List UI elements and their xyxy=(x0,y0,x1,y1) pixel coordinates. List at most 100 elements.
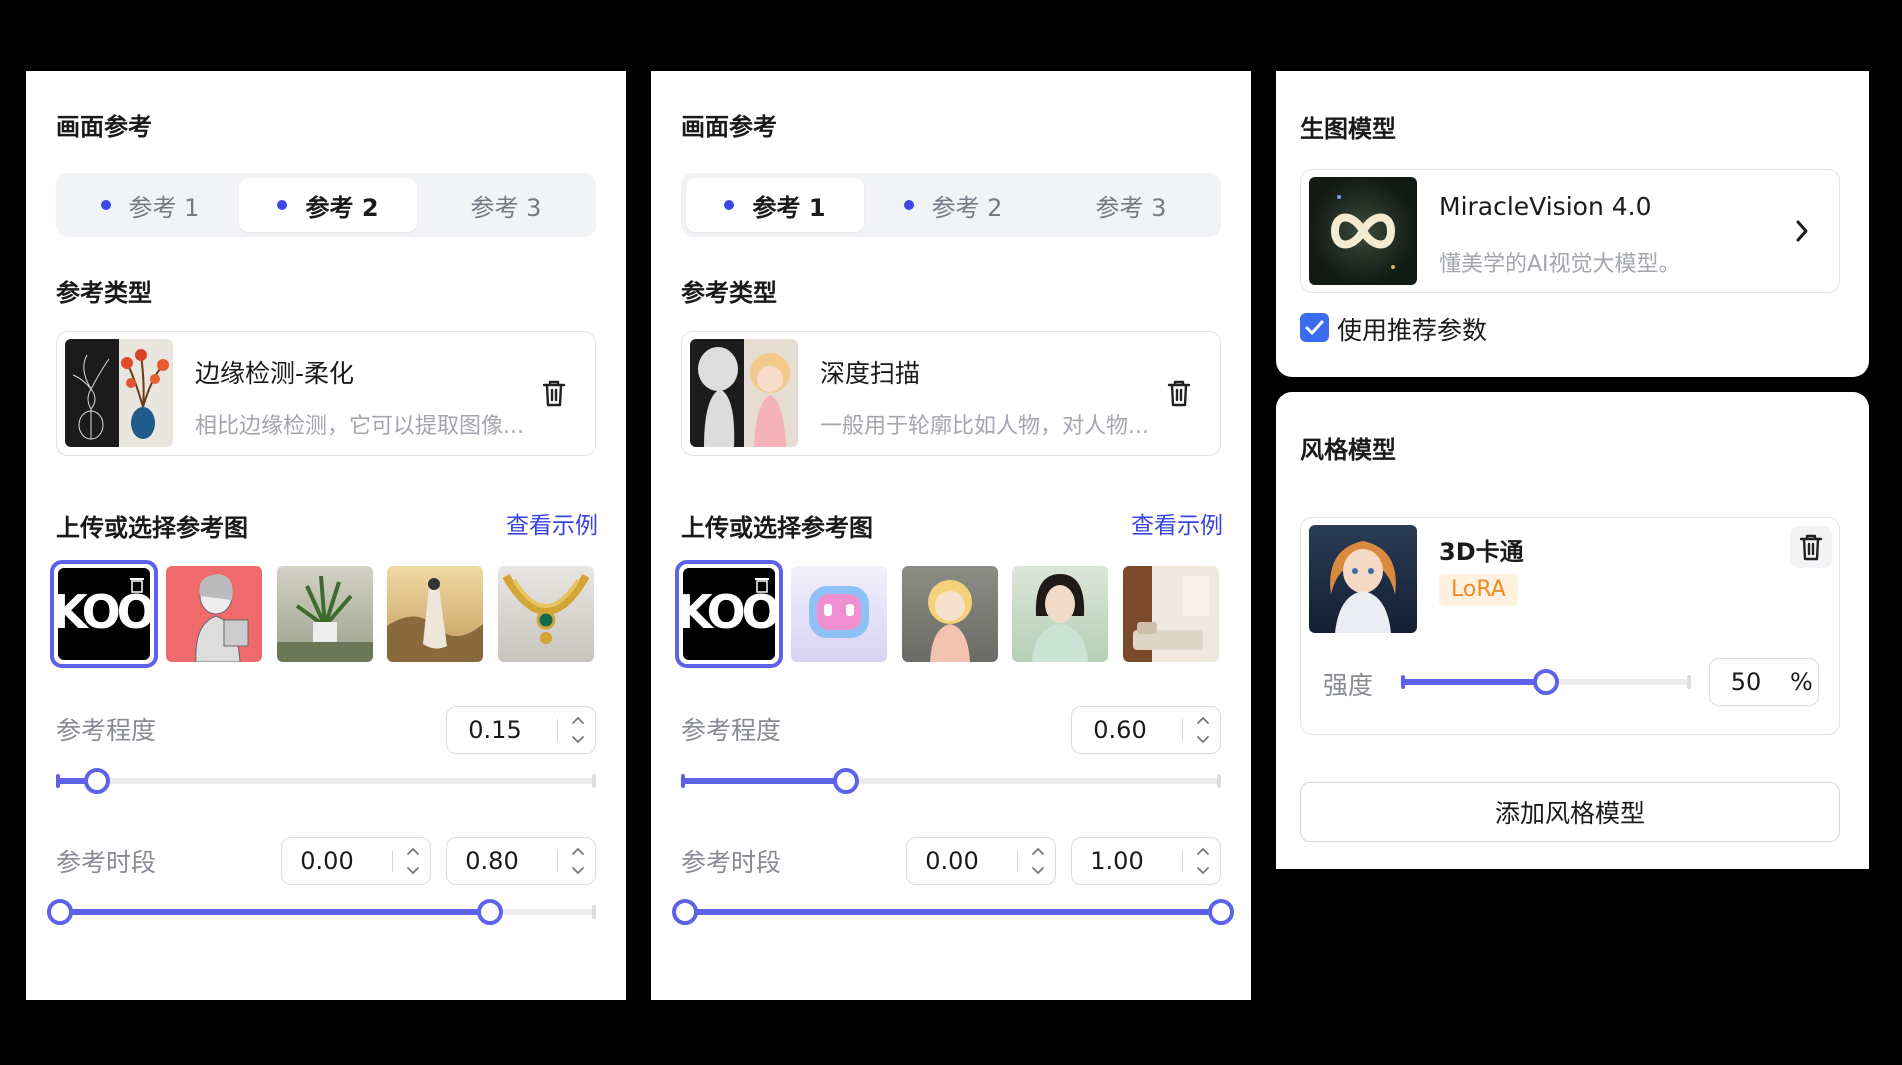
period-slider-fill xyxy=(60,909,492,915)
period-slider-start-knob[interactable] xyxy=(672,899,698,925)
reference-image-3[interactable] xyxy=(277,566,373,662)
tab-reference-2[interactable]: 参考 2 xyxy=(864,178,1042,232)
tab-reference-1[interactable]: 参考 1 xyxy=(61,178,239,232)
period-end-value: 0.80 xyxy=(465,847,519,875)
dot-icon xyxy=(277,200,288,210)
degree-label: 参考程度 xyxy=(681,716,782,745)
slider-endcap xyxy=(592,774,596,788)
strength-value: 50 xyxy=(1730,668,1762,696)
degree-stepper[interactable]: 0.15 xyxy=(446,706,596,754)
period-slider-end-knob[interactable] xyxy=(1208,899,1234,925)
stepper-arrows-icon[interactable] xyxy=(1194,713,1212,747)
tab-reference-3[interactable]: 参考 3 xyxy=(417,178,595,232)
type-name: 边缘检测-柔化 xyxy=(195,359,355,388)
reference-panel-2: 画面参考 参考 1 参考 2 参考 3 参考类型 深度扫描 一般用于轮廓比如人物… xyxy=(651,71,1251,1000)
period-label: 参考时段 xyxy=(56,848,157,877)
dot-icon xyxy=(724,200,735,210)
section-title-type: 参考类型 xyxy=(681,279,777,307)
view-examples-link[interactable]: 查看示例 xyxy=(506,506,598,540)
dot-icon xyxy=(100,200,111,210)
strength-slider-knob[interactable] xyxy=(1533,669,1559,695)
degree-slider-knob[interactable] xyxy=(833,768,859,794)
type-description: 相比边缘检测，它可以提取图像... xyxy=(195,414,524,439)
type-thumbnail xyxy=(690,339,798,447)
slider-endcap xyxy=(681,774,685,788)
strength-input[interactable]: 50 % xyxy=(1709,658,1819,706)
period-end-stepper[interactable]: 0.80 xyxy=(446,837,596,885)
style-model-panel: 风格模型 3D卡通 LoRA 强度 50 % 添加风格模型 xyxy=(1276,392,1869,869)
period-slider-end-knob[interactable] xyxy=(477,899,503,925)
tab-reference-1[interactable]: 参考 1 xyxy=(686,178,864,232)
stepper-arrows-icon[interactable] xyxy=(404,844,422,878)
slider-endcap xyxy=(1401,675,1405,689)
use-recommended-checkbox[interactable] xyxy=(1300,313,1329,342)
svg-text:KOO: KOO xyxy=(58,585,150,639)
gen-model-card[interactable]: MiracleVision 4.0 懂美学的AI视觉大模型。 xyxy=(1300,169,1840,293)
reference-image-4[interactable] xyxy=(387,566,483,662)
tab-label: 参考 1 xyxy=(752,193,826,222)
stepper-arrows-icon[interactable] xyxy=(569,713,587,747)
type-description: 一般用于轮廓比如人物，对人物... xyxy=(820,414,1149,439)
reference-image-selected[interactable]: KOO xyxy=(675,560,783,668)
section-title-style-model: 风格模型 xyxy=(1300,436,1396,464)
style-thumbnail xyxy=(1309,525,1417,633)
check-icon xyxy=(1305,320,1324,335)
stepper-arrows-icon[interactable] xyxy=(569,844,587,878)
add-style-model-button[interactable]: 添加风格模型 xyxy=(1300,782,1840,842)
style-model-card[interactable]: 3D卡通 LoRA 强度 50 % xyxy=(1300,517,1840,735)
period-slider-fill xyxy=(685,909,1221,915)
period-start-stepper[interactable]: 0.00 xyxy=(906,837,1056,885)
model-name: MiracleVision 4.0 xyxy=(1439,192,1652,221)
stepper-arrows-icon[interactable] xyxy=(1029,844,1047,878)
degree-stepper[interactable]: 0.60 xyxy=(1071,706,1221,754)
tab-reference-3[interactable]: 参考 3 xyxy=(1042,178,1220,232)
period-slider-start-knob[interactable] xyxy=(47,899,73,925)
chevron-right-icon[interactable] xyxy=(1793,218,1811,244)
period-start-stepper[interactable]: 0.00 xyxy=(281,837,431,885)
delete-style-button[interactable] xyxy=(1790,526,1832,568)
period-label: 参考时段 xyxy=(681,848,782,877)
dot-icon xyxy=(903,200,914,210)
trash-icon[interactable] xyxy=(540,378,568,408)
type-thumbnail xyxy=(65,339,173,447)
reference-image-5[interactable] xyxy=(1123,566,1219,662)
tab-label: 参考 3 xyxy=(470,193,542,222)
reference-image-5[interactable] xyxy=(498,566,594,662)
use-recommended-label[interactable]: 使用推荐参数 xyxy=(1337,311,1487,347)
tab-reference-2[interactable]: 参考 2 xyxy=(239,178,417,232)
period-start-value: 0.00 xyxy=(300,847,354,875)
reference-type-card[interactable]: 深度扫描 一般用于轮廓比如人物，对人物... xyxy=(681,331,1221,456)
reference-image-2[interactable] xyxy=(791,566,887,662)
model-thumbnail xyxy=(1309,177,1417,285)
lora-badge: LoRA xyxy=(1439,574,1518,606)
percent-unit: % xyxy=(1790,668,1813,696)
period-end-value: 1.00 xyxy=(1090,847,1144,875)
reference-image-4[interactable] xyxy=(1012,566,1108,662)
view-examples-link[interactable]: 查看示例 xyxy=(1131,506,1223,540)
degree-slider-track[interactable] xyxy=(56,778,596,784)
slider-endcap xyxy=(592,905,596,919)
type-name: 深度扫描 xyxy=(820,359,921,388)
reference-panel-1: 画面参考 参考 1 参考 2 参考 3 参考类型 边缘检测-柔化 相比边缘检测，… xyxy=(26,71,626,1000)
section-title-type: 参考类型 xyxy=(56,279,152,307)
period-end-stepper[interactable]: 1.00 xyxy=(1071,837,1221,885)
slider-endcap xyxy=(1687,675,1691,689)
degree-label: 参考程度 xyxy=(56,716,157,745)
slider-endcap xyxy=(1217,774,1221,788)
period-start-value: 0.00 xyxy=(925,847,979,875)
stepper-arrows-icon[interactable] xyxy=(1194,844,1212,878)
tab-label: 参考 1 xyxy=(128,193,200,222)
trash-icon[interactable] xyxy=(1165,378,1193,408)
svg-text:KOO: KOO xyxy=(683,585,775,639)
strength-slider-fill xyxy=(1401,679,1546,685)
reference-type-card[interactable]: 边缘检测-柔化 相比边缘检测，它可以提取图像... xyxy=(56,331,596,456)
degree-slider-knob[interactable] xyxy=(84,768,110,794)
section-title-reference: 画面参考 xyxy=(56,113,152,141)
tab-label: 参考 2 xyxy=(305,193,379,222)
reference-image-2[interactable] xyxy=(166,566,262,662)
section-title-upload: 上传或选择参考图 xyxy=(56,514,248,542)
model-description: 懂美学的AI视觉大模型。 xyxy=(1439,252,1681,277)
reference-image-3[interactable] xyxy=(902,566,998,662)
reference-image-selected[interactable]: KOO xyxy=(50,560,158,668)
reference-tabs: 参考 1 参考 2 参考 3 xyxy=(681,173,1221,237)
